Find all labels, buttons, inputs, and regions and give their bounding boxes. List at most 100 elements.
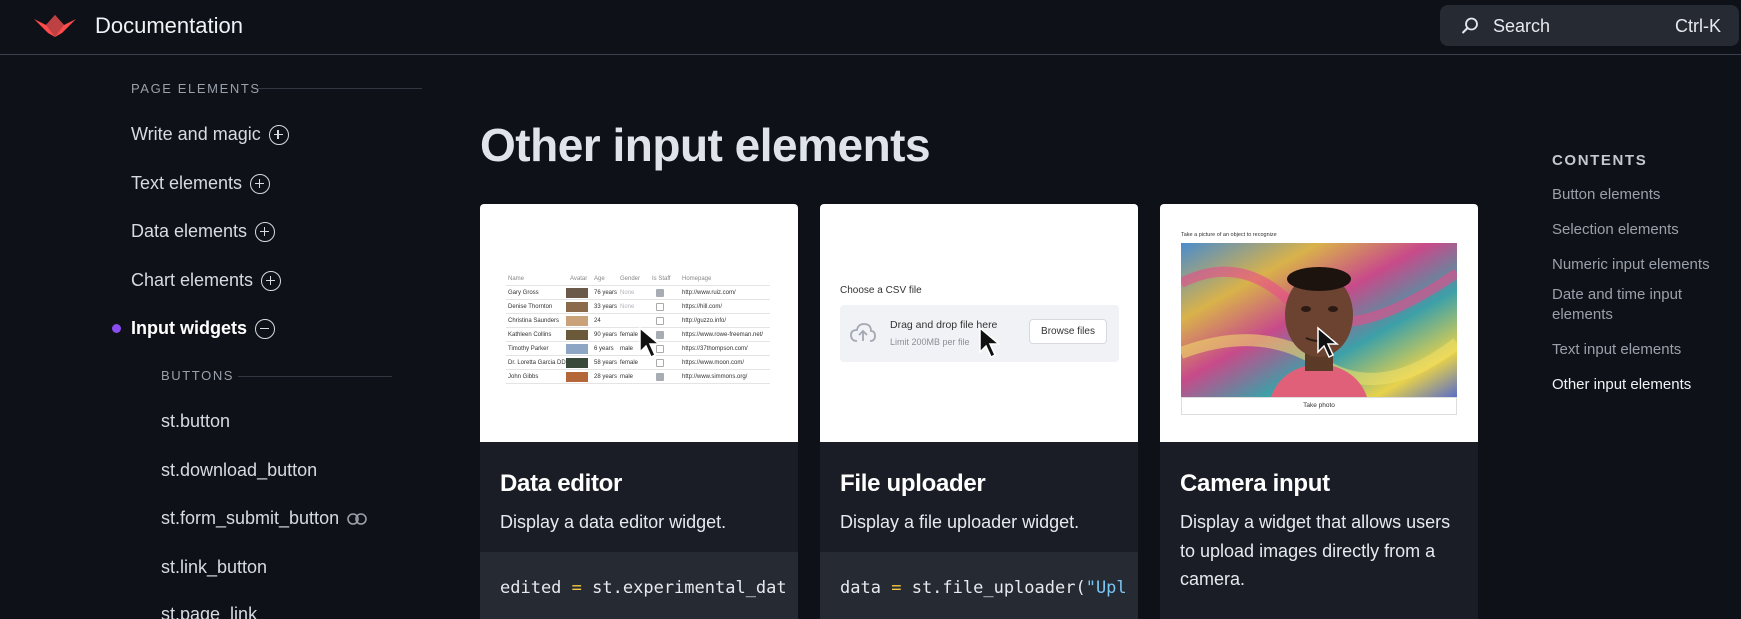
cell-is-staff-checkbox	[656, 359, 664, 367]
code-var: edited	[500, 578, 562, 598]
sidebar-subitem-st-download-button[interactable]: st.download_button	[161, 460, 317, 481]
card-data-editor[interactable]: Name Avatar Age Gender Is Staff Homepage…	[480, 204, 798, 619]
plus-circle-icon[interactable]	[268, 124, 289, 145]
toc-title: CONTENTS	[1552, 152, 1648, 169]
cell-is-staff-checkbox	[656, 289, 664, 297]
cell-is-staff-checkbox	[656, 373, 664, 381]
search-box[interactable]: Search Ctrl-K	[1440, 5, 1739, 46]
plus-circle-icon[interactable]	[250, 173, 271, 194]
cell-age: 24	[594, 318, 601, 324]
cell-homepage: https://www.moon.com/	[682, 360, 745, 366]
cell-gender: female	[620, 332, 639, 338]
code-snippet: edited = st.experimental_dat	[480, 552, 798, 619]
sidebar-item-label: Input widgets	[131, 318, 247, 338]
sidebar-item-label: st.page_link	[161, 604, 258, 619]
sidebar-item-label: Data elements	[131, 221, 248, 241]
cell-name: Timothy Parker	[508, 346, 549, 352]
sidebar-item-data-elements[interactable]: Data elements	[131, 221, 276, 242]
cell-name: Dr. Loretta Garcia DDS	[508, 360, 570, 366]
cell-name: Gary Gross	[508, 290, 539, 296]
code-snippet: data = st.file_uploader("Upl	[820, 552, 1138, 619]
dropzone-limit: Limit 200MB per file	[890, 337, 970, 347]
camera-photo-image	[1181, 243, 1457, 397]
sidebar-item-write-and-magic[interactable]: Write and magic	[131, 124, 289, 145]
table-row: Gary Gross 76 years None http://www.ruiz.co…	[506, 286, 770, 300]
cell-name: Christina Saunders	[508, 318, 560, 324]
card-title: Camera input	[1180, 470, 1330, 497]
plus-circle-icon[interactable]	[255, 221, 276, 242]
table-row: John Gibbs 28 years male http://www.simmons…	[506, 370, 770, 384]
cell-gender: None	[620, 304, 635, 310]
data-editor-preview-image: Name Avatar Age Gender Is Staff Homepage…	[480, 204, 798, 442]
card-description: Display a data editor widget.	[500, 512, 727, 532]
toc-item-other-input-elements[interactable]: Other input elements	[1552, 375, 1691, 395]
table-row: Denise Thornton 33 years None https://hill.…	[506, 300, 770, 314]
card-camera-input[interactable]: Take a picture of an object to recognize	[1160, 204, 1478, 619]
sidebar-subitem-st-page-link[interactable]: st.page_link	[161, 604, 257, 619]
card-title: File uploader	[840, 470, 986, 497]
plus-circle-icon[interactable]	[261, 270, 282, 291]
code-rest: st.file_uploader(	[911, 578, 1086, 598]
cell-gender: female	[620, 360, 639, 366]
cell-avatar	[566, 344, 588, 354]
card-title: Data editor	[500, 470, 623, 497]
code-line: edited = st.experimental_dat	[500, 578, 787, 598]
toc-item-numeric-input-elements[interactable]: Numeric input elements	[1552, 255, 1710, 275]
code-operator: =	[571, 578, 582, 598]
toc-item-date-and-time-input-elements[interactable]: Date and time input elements	[1552, 285, 1702, 325]
table-header: Homepage	[682, 276, 712, 282]
sidebar-subitem-st-button[interactable]: st.button	[161, 411, 230, 432]
page-title: Other input elements	[480, 119, 931, 171]
sidebar-item-text-elements[interactable]: Text elements	[131, 173, 271, 194]
cell-avatar	[566, 330, 588, 340]
link-icon	[347, 512, 367, 525]
divider	[238, 376, 392, 377]
cell-homepage: https://hill.com/	[682, 304, 723, 310]
cell-homepage: http://guzzo.info/	[682, 318, 727, 324]
cloud-upload-icon	[850, 323, 876, 342]
sidebar-item-chart-elements[interactable]: Chart elements	[131, 270, 282, 291]
card-file-uploader[interactable]: Choose a CSV file Drag and drop file her…	[820, 204, 1138, 619]
top-header: Documentation Search Ctrl-K	[0, 0, 1741, 55]
cell-avatar	[566, 302, 588, 312]
cell-age: 28 years	[594, 374, 618, 380]
sidebar-section-label: PAGE ELEMENTS	[131, 81, 261, 96]
streamlit-logo-icon[interactable]	[34, 15, 76, 37]
code-string: "Upl	[1085, 578, 1127, 598]
table-header: Avatar	[570, 276, 588, 282]
camera-label: Take a picture of an object to recognize	[1181, 232, 1277, 238]
search-shortcut: Ctrl-K	[1675, 16, 1721, 36]
sidebar-item-label: Chart elements	[131, 270, 254, 290]
code-operator: =	[891, 578, 902, 598]
cell-avatar	[566, 358, 588, 368]
table-header: Age	[594, 276, 605, 282]
sidebar-subitem-st-link-button[interactable]: st.link_button	[161, 557, 267, 578]
sidebar-item-input-widgets[interactable]: Input widgets	[131, 318, 275, 339]
sidebar-item-label: st.link_button	[161, 557, 268, 577]
toc-item-selection-elements[interactable]: Selection elements	[1552, 220, 1679, 240]
cell-gender: male	[620, 346, 634, 352]
toc-item-text-input-elements[interactable]: Text input elements	[1552, 340, 1681, 360]
uploader-label: Choose a CSV file	[840, 285, 922, 296]
toc-item-button-elements[interactable]: Button elements	[1552, 185, 1660, 205]
cell-avatar	[566, 316, 588, 326]
cell-avatar	[566, 288, 588, 298]
cell-avatar	[566, 372, 588, 382]
mouse-cursor-icon	[1317, 326, 1340, 359]
card-description: Display a file uploader widget.	[840, 512, 1080, 532]
browse-files-button: Browse files	[1029, 319, 1107, 344]
minus-circle-icon[interactable]	[255, 318, 275, 339]
code-line: data = st.file_uploader("Upl	[840, 578, 1127, 598]
cell-gender: male	[620, 374, 634, 380]
file-uploader-preview-image: Choose a CSV file Drag and drop file her…	[820, 204, 1138, 442]
sidebar-item-label: st.button	[161, 411, 231, 431]
cell-homepage: http://www.ruiz.com/	[682, 290, 736, 296]
brand-title[interactable]: Documentation	[95, 13, 243, 39]
cell-age: 76 years	[594, 290, 618, 296]
sidebar-subsection-label: BUTTONS	[161, 368, 235, 383]
cell-name: John Gibbs	[508, 374, 539, 380]
sidebar-item-label: st.download_button	[161, 460, 318, 480]
sidebar-subitem-st-form-submit-button[interactable]: st.form_submit_button	[161, 508, 367, 529]
mouse-cursor-icon	[639, 326, 662, 359]
search-label: Search	[1493, 16, 1551, 36]
